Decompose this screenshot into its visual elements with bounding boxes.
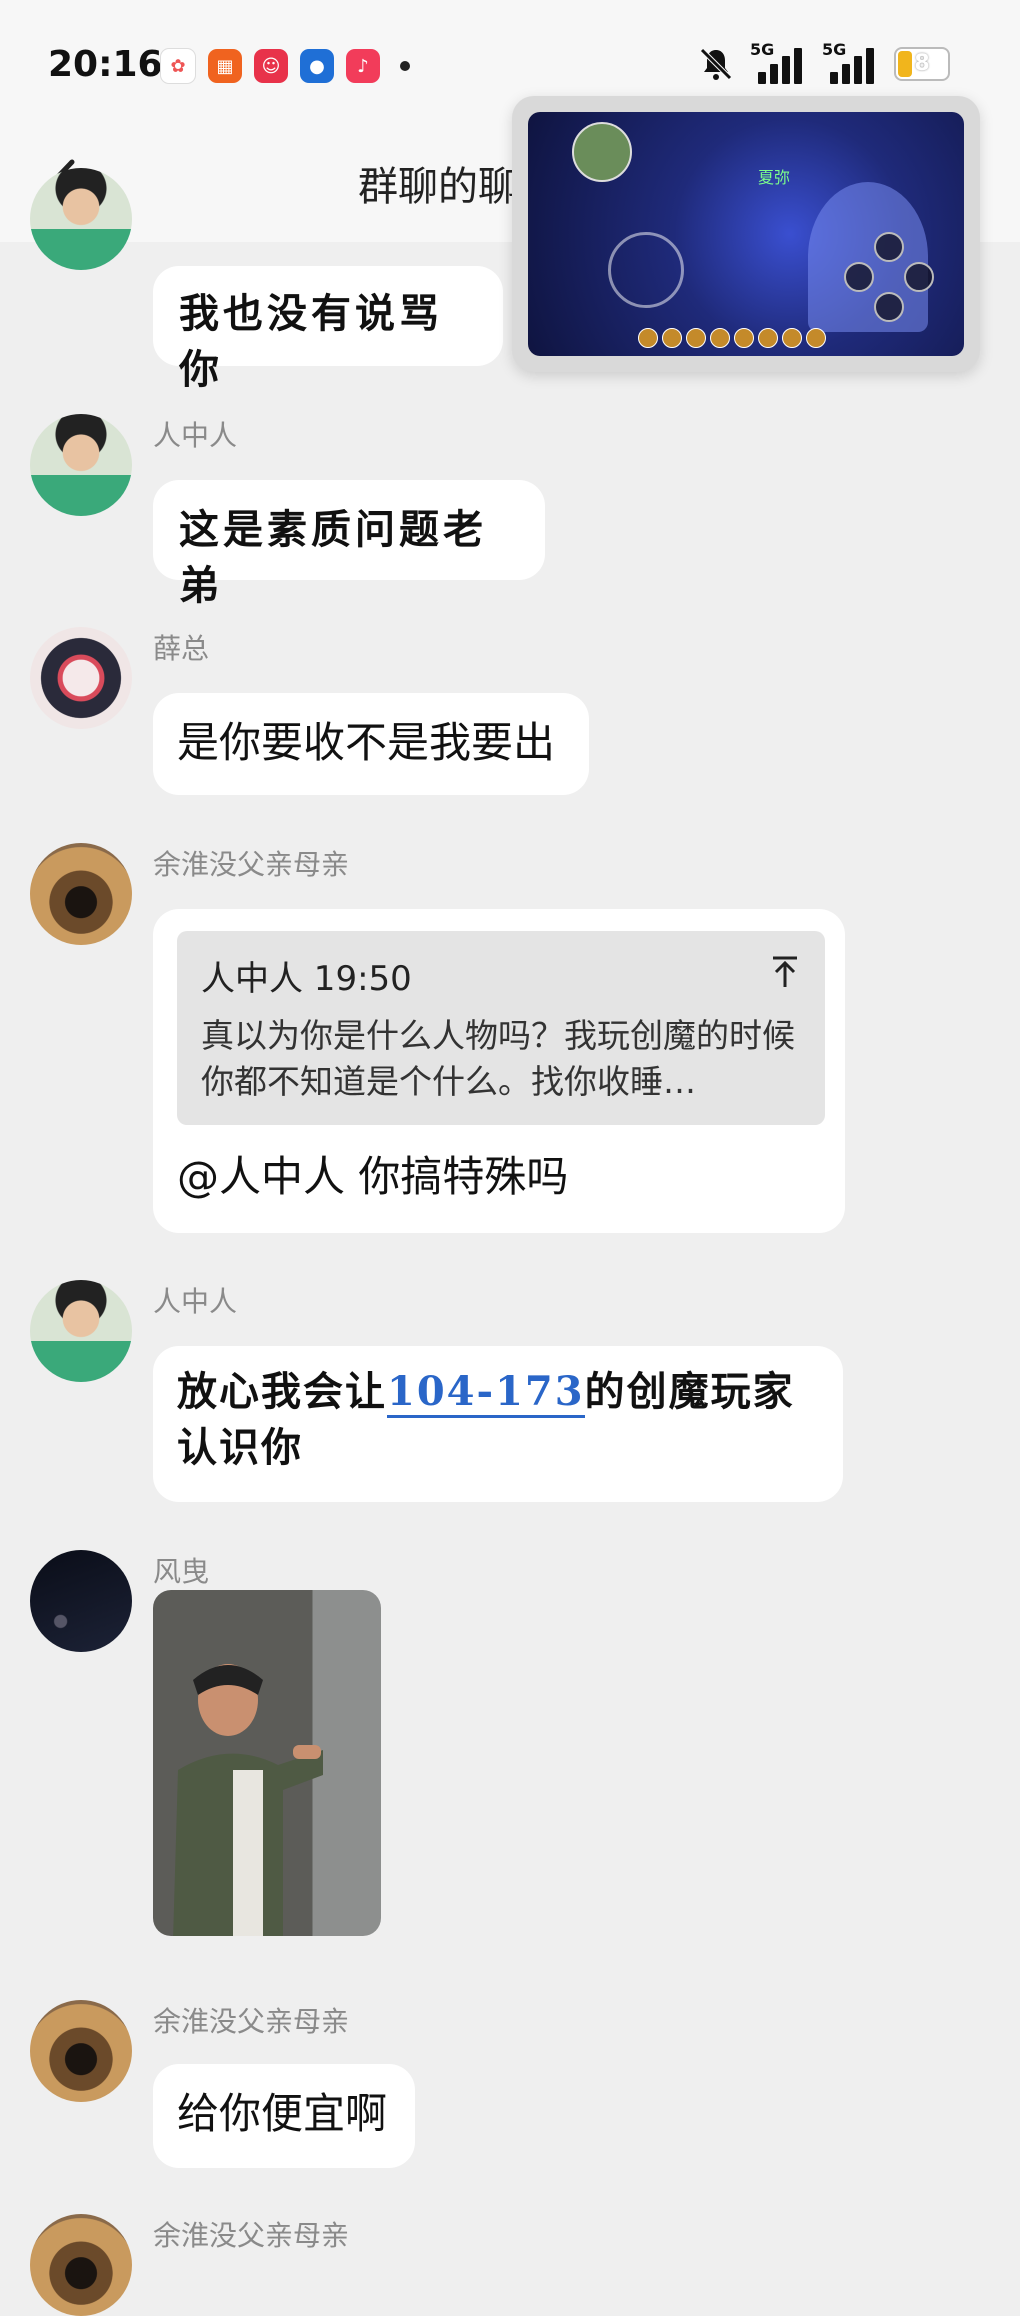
chat-title: 群聊的聊 [358,164,518,210]
message-bubble[interactable]: 人中人 19:50 真以为你是什么人物吗？我玩创魔的时候你都不知道是个什么。找你… [153,909,845,1233]
status-time: 20:16 [48,44,163,85]
618-app-icon: ☺ [254,49,288,83]
avatar[interactable] [30,2000,132,2102]
quoted-message[interactable]: 人中人 19:50 真以为你是什么人物吗？我玩创魔的时候你都不知道是个什么。找你… [177,931,825,1125]
quoted-sender-time: 人中人 19:50 [201,959,412,999]
more-notifications-dot [400,61,410,71]
sender-name: 余淮没父亲母亲 [153,848,350,881]
signal-strength-icon-2: 5G [822,40,878,84]
jump-to-top-icon[interactable] [771,955,799,989]
sender-name: 人中人 [153,419,238,452]
number-link[interactable]: 104-173 [387,1368,585,1418]
message-text: 我也没有说骂你 [179,290,443,393]
avatar[interactable] [30,1550,132,1652]
message-text: 放心我会让104-173的创魔玩家认识你 [177,1368,795,1471]
signal-strength-icon: 5G [750,40,806,84]
message-bubble[interactable]: 放心我会让104-173的创魔玩家认识你 [153,1346,843,1502]
meme-image [173,1664,323,1936]
music-icon: ♪ [346,49,380,83]
grid-app-icon: ▦ [208,49,242,83]
message-bubble[interactable]: 这是素质问题老弟 [153,480,545,609]
account-app-icon: ● [300,49,334,83]
game-character-name: 夏弥 [758,168,791,187]
quoted-text: 真以为你是什么人物吗？我玩创魔的时候你都不知道是个什么。找你收睡… [201,1016,795,1101]
message-bubble[interactable]: 是你要收不是我要出 [153,693,589,795]
message-bubble[interactable]: 我也没有说骂你 [153,266,503,393]
game-joystick [608,232,684,308]
battery-icon: 8 [894,47,950,81]
message-bubble[interactable]: 给你便宜啊 [153,2064,415,2168]
sender-name: 余淮没父亲母亲 [153,2219,350,2252]
game-hotbar [638,328,858,350]
avatar[interactable] [30,843,132,945]
mute-bell-icon [700,48,732,80]
message-text: 给你便宜啊 [177,2089,388,2138]
notification-icons: ✿ ▦ ☺ ● ♪ [160,48,410,84]
message-text: @人中人 你搞特殊吗 [177,1152,569,1201]
game-skill-buttons [844,222,934,322]
sender-name: 风曳 [153,1555,210,1588]
avatar[interactable] [30,627,132,729]
sender-name: 薛总 [153,632,210,665]
photos-icon: ✿ [160,48,196,84]
sender-name: 余淮没父亲母亲 [153,2005,350,2038]
message-text: 是你要收不是我要出 [177,718,556,767]
message-text-part: 放心我会让 [177,1368,387,1415]
avatar[interactable] [30,414,132,516]
game-screenshot[interactable]: 夏弥 [528,112,964,356]
sender-name: 人中人 [153,1285,238,1318]
avatar[interactable] [30,2214,132,2316]
avatar[interactable] [30,168,132,270]
floating-game-window[interactable]: 夏弥 [512,96,980,372]
image-message[interactable] [153,1590,381,1936]
message-text: 这是素质问题老弟 [179,506,487,609]
game-minimap [572,122,632,182]
system-icons: 5G 5G 8 [698,40,950,84]
avatar[interactable] [30,1280,132,1382]
